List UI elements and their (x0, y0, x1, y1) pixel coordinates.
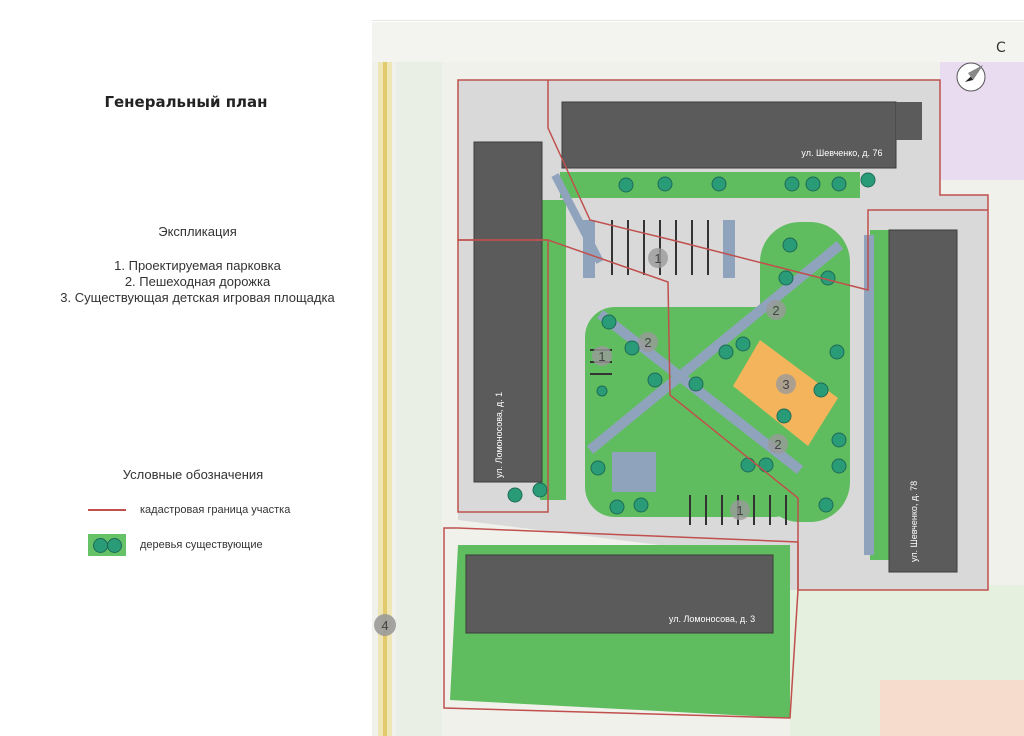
svg-text:2: 2 (644, 335, 651, 350)
building-label: ул. Ломоносова, д. 3 (669, 614, 755, 624)
north-arrow-icon (956, 62, 986, 92)
svg-text:1: 1 (654, 251, 661, 266)
explication-item: 2. Пешеходная дорожка (124, 274, 271, 289)
legend-label: кадастровая граница участка (140, 504, 291, 516)
legend-panel: Генеральный план Экспликация 1. Проектир… (0, 0, 372, 736)
building-shevchenko-78 (888, 229, 958, 573)
building-label: ул. Ломоносова, д. 1 (494, 392, 504, 478)
neighbor-block (880, 680, 1024, 736)
path-parking-east (723, 220, 735, 278)
building-annex (896, 102, 922, 140)
explication-heading: Экспликация (158, 224, 237, 239)
legend-row-boundary: кадастровая граница участка (88, 504, 290, 516)
building-lomonosova-1 (473, 141, 543, 483)
page-title: Генеральный план (104, 93, 268, 111)
north-label: С (996, 40, 1006, 56)
marker-path-west: 2 (638, 332, 658, 352)
legend-heading: Условные обозначения (122, 467, 264, 482)
tree-swatch-icon (88, 534, 126, 556)
marker-parking-north: 1 (648, 248, 668, 268)
legend-label: деревья существующие (140, 539, 263, 551)
svg-text:1: 1 (736, 503, 743, 518)
boundary-line-icon (88, 509, 126, 511)
building-shevchenko-76 (561, 101, 897, 169)
marker-parking-south: 1 (730, 500, 750, 520)
marker-playground: 3 (776, 374, 796, 394)
marker-parking-west: 1 (592, 346, 612, 366)
building-label: ул. Шевченко, д. 76 (801, 148, 882, 158)
explication-list: 1. Проектируемая парковка 2. Пешеходная … (0, 258, 395, 306)
marker-path-south: 2 (768, 434, 788, 454)
building-label: ул. Шевченко, д. 78 (909, 481, 919, 562)
path-plaza (612, 452, 656, 492)
svg-text:3: 3 (782, 377, 789, 392)
upper-strip (372, 22, 1024, 62)
path-east (864, 235, 874, 555)
path-parking-west (583, 220, 595, 278)
svg-text:4: 4 (381, 618, 388, 633)
svg-text:2: 2 (772, 303, 779, 318)
explication-item: 1. Проектируемая парковка (114, 258, 281, 273)
roadside-green (396, 22, 442, 736)
legend-row-trees: деревья существующие (88, 534, 263, 556)
marker-road: 4 (374, 614, 396, 636)
svg-text:2: 2 (774, 437, 781, 452)
explication-item: 3. Существующая детская игровая площадка (60, 290, 335, 305)
marker-path-east: 2 (766, 300, 786, 320)
svg-text:1: 1 (598, 349, 605, 364)
